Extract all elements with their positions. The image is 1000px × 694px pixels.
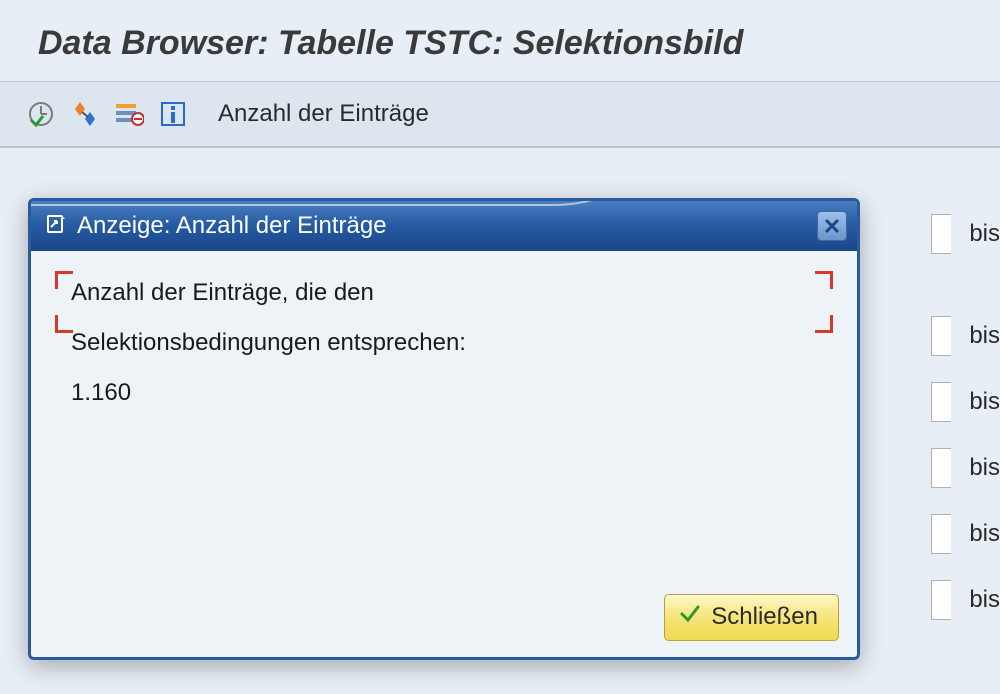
focus-bracket [55, 271, 73, 289]
focus-bracket [815, 271, 833, 289]
dialog-close-button[interactable] [817, 211, 847, 241]
close-button[interactable]: Schließen [664, 594, 839, 641]
dialog-text-line-1: Anzahl der Einträge, die den [61, 279, 827, 307]
selection-row: bis [931, 514, 1000, 554]
dialog-icon [45, 213, 67, 240]
dialog-title: Anzeige: Anzahl der Einträge [77, 212, 387, 240]
count-entries-button[interactable]: Anzahl der Einträge [208, 96, 439, 132]
delete-selection-icon[interactable] [112, 97, 146, 131]
selection-row: bis [931, 580, 1000, 620]
selection-row: bis [931, 382, 1000, 422]
input-from[interactable] [931, 316, 951, 356]
toolbar: Anzahl der Einträge [0, 82, 1000, 148]
bis-label: bis [957, 388, 1000, 416]
focus-bracket [55, 315, 73, 333]
input-from[interactable] [931, 382, 951, 422]
selection-rows: bis bis bis bis bis bis [931, 214, 1000, 620]
execute-icon[interactable] [24, 97, 58, 131]
dialog-text-line-2: Selektionsbedingungen entsprechen: [61, 329, 827, 357]
dialog-body: Anzahl der Einträge, die den Selektionsb… [31, 251, 857, 587]
count-dialog: Anzeige: Anzahl der Einträge Anzahl der … [28, 198, 860, 660]
input-from[interactable] [931, 580, 951, 620]
focus-bracket [815, 315, 833, 333]
selection-row: bis [931, 214, 1000, 254]
dialog-footer: Schließen [31, 587, 857, 657]
bis-label: bis [957, 586, 1000, 614]
dialog-count-value: 1.160 [61, 379, 827, 407]
page-title: Data Browser: Tabelle TSTC: Selektionsbi… [0, 0, 1000, 82]
bis-label: bis [957, 322, 1000, 350]
info-icon[interactable] [156, 97, 190, 131]
close-icon [824, 218, 840, 234]
selection-row: bis [931, 316, 1000, 356]
input-from[interactable] [931, 514, 951, 554]
dialog-titlebar[interactable]: Anzeige: Anzahl der Einträge [31, 201, 857, 251]
input-from[interactable] [931, 214, 951, 254]
selection-row: bis [931, 448, 1000, 488]
main-area: bis bis bis bis bis bis [0, 148, 1000, 194]
checkmark-icon [679, 603, 701, 632]
variants-icon[interactable] [68, 97, 102, 131]
bis-label: bis [957, 220, 1000, 248]
input-from[interactable] [931, 448, 951, 488]
bis-label: bis [957, 454, 1000, 482]
bis-label: bis [957, 520, 1000, 548]
close-button-label: Schließen [711, 603, 818, 631]
